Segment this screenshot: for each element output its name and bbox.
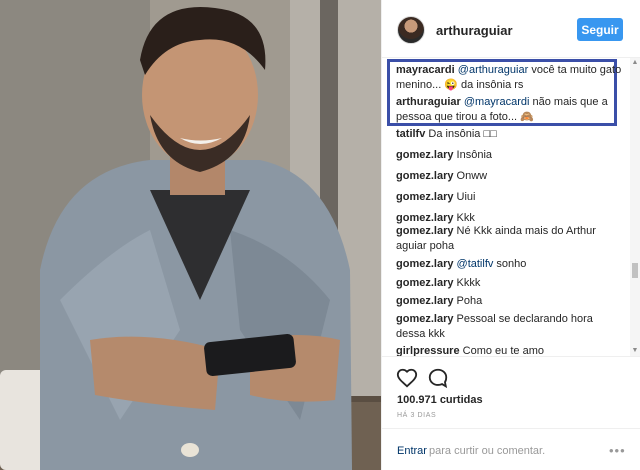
comment-item: gomez.lary Onww (396, 169, 622, 184)
comment-item: arthuraguiar @mayracardi não mais que a … (396, 95, 622, 125)
comment-item: gomez.lary Kkkk (396, 276, 622, 291)
comment-mention[interactable]: @tatilfv (457, 258, 494, 270)
comment-username[interactable]: gomez.lary (396, 212, 453, 224)
comment-item: mayracardi @arthuraguiar você ta muito g… (396, 63, 622, 93)
comment-icon[interactable] (427, 367, 449, 389)
comment-item: tatilfv Da insônia □□ (396, 127, 622, 142)
comment-item: gomez.lary @tatilfv sonho (396, 257, 622, 272)
comment-username[interactable]: gomez.lary (396, 191, 453, 203)
add-comment-bar: Entrar para curtir ou comentar. ••• (382, 428, 640, 470)
post-actions: 100.971 curtidas HÁ 3 DIAS (382, 356, 640, 426)
likes-count[interactable]: 100.971 curtidas (397, 394, 483, 406)
heart-icon[interactable] (396, 367, 418, 389)
comment-username[interactable]: gomez.lary (396, 225, 453, 237)
comment-username[interactable]: gomez.lary (396, 149, 453, 161)
more-options-icon[interactable]: ••• (609, 443, 626, 458)
comment-username[interactable]: mayracardi (396, 64, 455, 76)
comment-username[interactable]: gomez.lary (396, 313, 453, 325)
follow-button[interactable]: Seguir (577, 18, 623, 41)
scroll-thumb[interactable] (632, 263, 638, 278)
photo-illustration (0, 0, 381, 470)
comment-username[interactable]: arthuraguiar (396, 96, 461, 108)
comment-text: Uiui (456, 191, 476, 203)
post-header: arthuraguiar Seguir (382, 0, 640, 58)
comment-username[interactable]: gomez.lary (396, 277, 453, 289)
comment-text: Insônia (456, 149, 493, 161)
scroll-up-arrow-icon[interactable]: ▲ (630, 58, 640, 68)
comment-item: gomez.lary Insônia (396, 148, 622, 163)
login-link[interactable]: Entrar (397, 445, 427, 457)
comment-text: Kkkk (456, 277, 481, 289)
comment-username[interactable]: tatilfv (396, 128, 425, 140)
post-author-username[interactable]: arthuraguiar (436, 23, 513, 38)
comment-item: gomez.lary Pessoal se declarando hora de… (396, 312, 622, 342)
comment-text: Da insônia □□ (428, 128, 497, 140)
comment-text: Kkk (456, 212, 475, 224)
post-side-panel: arthuraguiar Seguir mayracardi @arthurag… (381, 0, 640, 470)
scroll-down-arrow-icon[interactable]: ▼ (630, 346, 640, 356)
comment-mention[interactable]: @arthuraguiar (458, 64, 528, 76)
comment-username[interactable]: gomez.lary (396, 258, 453, 270)
login-prompt-text: para curtir ou comentar. (429, 445, 546, 457)
comment-text: sonho (493, 258, 527, 270)
comments-scrollbar[interactable]: ▲ ▼ (630, 58, 640, 356)
comment-text: Como eu te amo (462, 345, 544, 356)
post-timestamp: HÁ 3 DIAS (397, 412, 437, 419)
post-photo[interactable] (0, 0, 381, 470)
comment-item: gomez.lary Poha (396, 294, 622, 309)
comment-text: Onww (456, 170, 488, 182)
comment-text: Poha (456, 295, 483, 307)
comment-username[interactable]: gomez.lary (396, 295, 453, 307)
comment-item: gomez.lary Uiui (396, 190, 622, 205)
comments-list: mayracardi @arthuraguiar você ta muito g… (382, 58, 640, 356)
comment-mention[interactable]: @mayracardi (464, 96, 530, 108)
comment-username[interactable]: girlpressure (396, 345, 460, 356)
comment-item: girlpressure Como eu te amo (396, 344, 622, 356)
comment-username[interactable]: gomez.lary (396, 170, 453, 182)
avatar[interactable] (397, 16, 425, 44)
comment-item: gomez.lary Né Kkk ainda mais do Arthur a… (396, 224, 622, 254)
